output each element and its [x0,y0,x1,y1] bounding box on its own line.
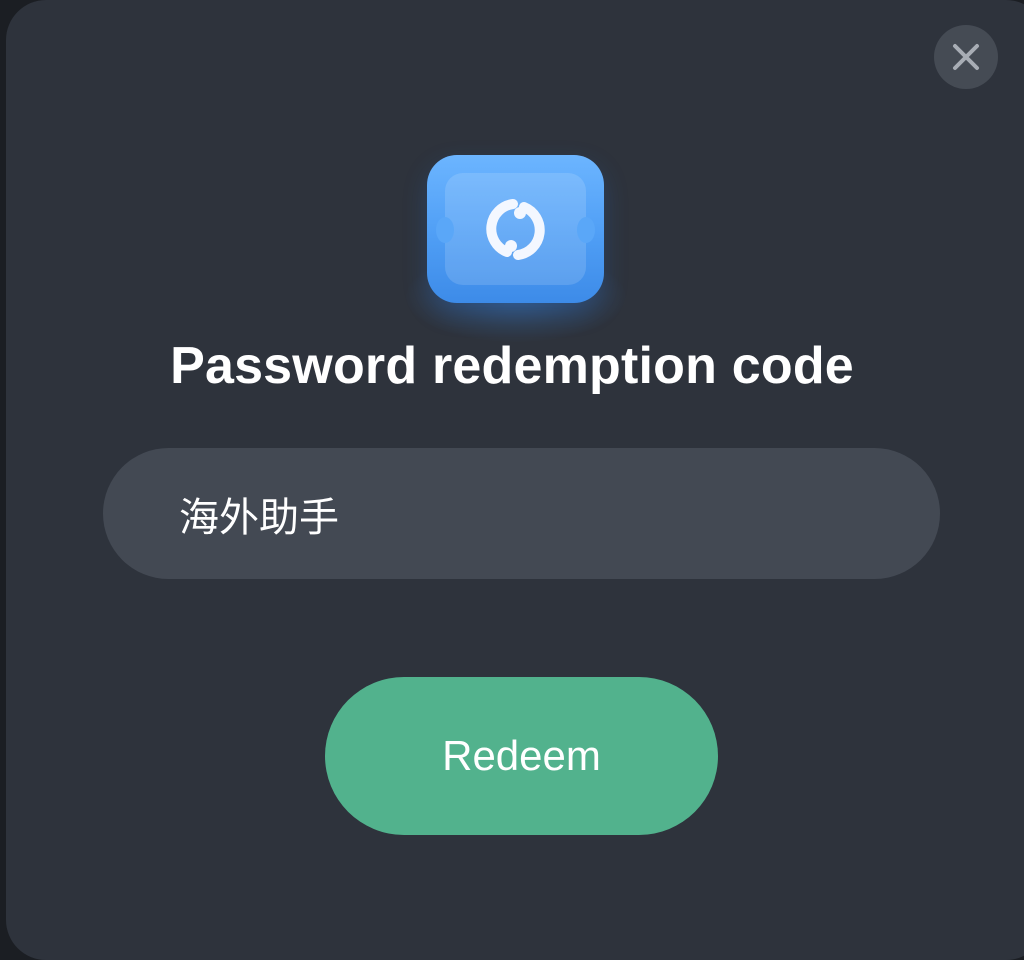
redeem-button[interactable]: Redeem [325,677,718,835]
close-icon [951,42,981,72]
ticket-notch-right [577,217,595,243]
sync-icon [486,199,545,260]
redemption-code-input[interactable] [103,448,940,579]
close-button[interactable] [934,25,998,89]
ticket-notch-left [436,217,454,243]
sync-ticket-icon [427,155,604,303]
dialog-title: Password redemption code [170,337,854,395]
